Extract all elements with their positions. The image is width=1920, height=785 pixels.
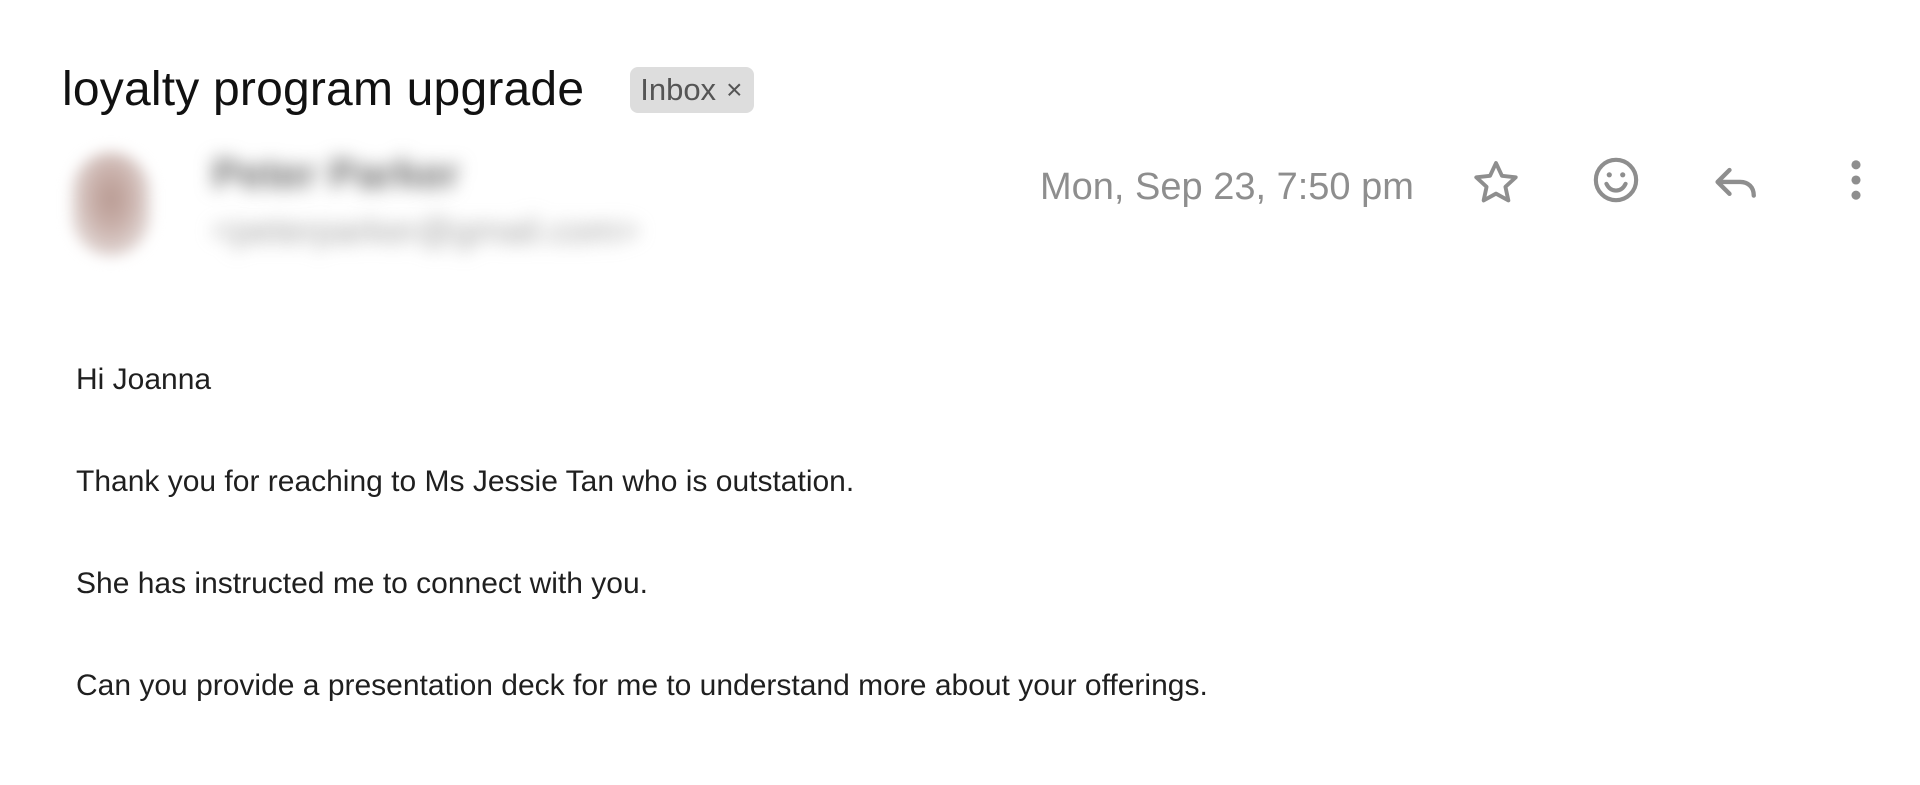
emoji-reaction-icon[interactable] <box>1588 152 1644 208</box>
reply-icon[interactable] <box>1708 155 1764 211</box>
star-icon[interactable] <box>1468 155 1524 211</box>
more-options-icon[interactable] <box>1828 152 1884 208</box>
body-paragraph: She has instructed me to connect with yo… <box>76 567 648 600</box>
remove-label-icon[interactable]: × <box>726 74 742 106</box>
sender-avatar[interactable] <box>72 152 150 256</box>
body-paragraph: Hi Joanna <box>76 363 212 396</box>
email-view: loyalty program upgrade Inbox × Peter Pa… <box>0 0 1920 785</box>
email-date: Mon, Sep 23, 7:50 pm <box>1040 166 1414 208</box>
body-paragraph: Can you provide a presentation deck for … <box>76 669 1208 702</box>
subject-row: loyalty program upgrade Inbox × <box>62 62 755 118</box>
label-chip-text: Inbox <box>640 72 717 107</box>
body-paragraph: Thank you for reaching to Ms Jessie Tan … <box>76 465 855 498</box>
inbox-label-chip[interactable]: Inbox × <box>630 67 755 113</box>
email-body: Hi Joanna Thank you for reaching to Ms J… <box>76 360 1208 768</box>
sender-name[interactable]: Peter Parker <box>212 150 460 198</box>
email-subject: loyalty program upgrade <box>62 63 585 116</box>
sender-email: <peterparker@gmail.com> <box>212 210 639 251</box>
